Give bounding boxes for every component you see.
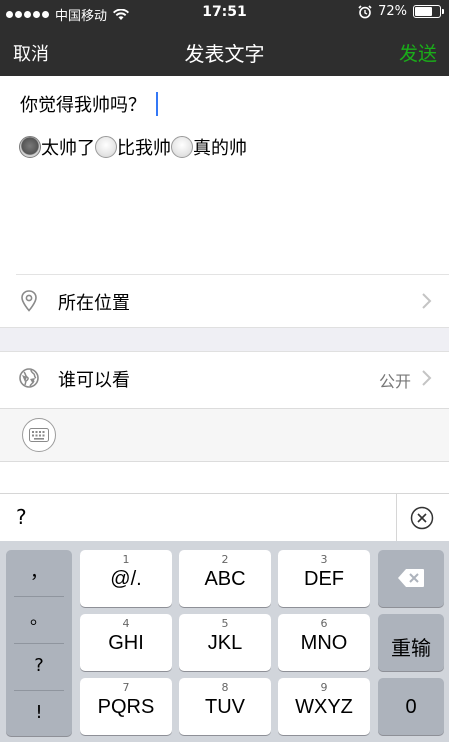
- key-label: 重输: [391, 638, 431, 660]
- key-6[interactable]: 6 MNO: [278, 614, 370, 671]
- key-label: WXYZ: [295, 696, 353, 718]
- backspace-key[interactable]: [378, 550, 444, 607]
- key-label: @/.: [110, 568, 142, 590]
- question-text: 你觉得我帅吗？: [20, 95, 146, 116]
- page-title: 发表文字: [184, 42, 265, 66]
- location-label: 所在位置: [58, 293, 130, 314]
- key-label: ABC: [204, 568, 246, 590]
- key-label: GHI: [108, 632, 144, 654]
- clear-circle-icon[interactable]: [410, 506, 434, 530]
- nav-bar: 取消 发表文字 发送: [0, 26, 449, 76]
- chevron-right-icon: [422, 370, 432, 386]
- key-label: MNO: [300, 632, 348, 654]
- compose-text-area[interactable]: 你觉得我帅吗？ 太帅了 比我帅 真的帅: [0, 76, 449, 274]
- key-number: 9: [320, 681, 328, 694]
- location-row[interactable]: 所在位置: [0, 275, 449, 327]
- candidate-bar: ?: [0, 493, 449, 542]
- compose-question: 你觉得我帅吗？: [20, 91, 158, 117]
- send-button[interactable]: 发送: [399, 39, 437, 66]
- punct-question-key[interactable]: ?: [6, 643, 72, 689]
- radio-unchecked-icon[interactable]: [171, 136, 193, 158]
- key-number: 5: [221, 617, 229, 630]
- key-9[interactable]: 9 WXYZ: [278, 678, 370, 735]
- punct-period-key[interactable]: 。: [6, 596, 72, 642]
- key-number: 1: [122, 553, 130, 566]
- punct-exclaim-key[interactable]: !: [6, 690, 72, 736]
- status-bar: 中国移动 17:51 72%: [0, 0, 449, 26]
- poll-option-1[interactable]: 太帅了: [19, 134, 95, 160]
- reenter-key[interactable]: 重输: [378, 614, 444, 671]
- poll-options: 太帅了 比我帅 真的帅: [19, 134, 247, 160]
- key-3[interactable]: 3 DEF: [278, 550, 370, 607]
- key-number: 8: [221, 681, 229, 694]
- chevron-right-icon: [422, 293, 432, 309]
- key-label: TUV: [205, 696, 245, 718]
- battery-level-fill: [415, 7, 433, 16]
- backspace-icon: [398, 569, 424, 587]
- radio-checked-icon[interactable]: [19, 136, 41, 158]
- key-number: 6: [320, 617, 328, 630]
- visibility-label: 谁可以看: [58, 370, 130, 391]
- punctuation-column[interactable]: ， 。 ? !: [6, 550, 72, 736]
- key-number: 7: [122, 681, 130, 694]
- poll-option-label: 比我帅: [117, 138, 171, 159]
- poll-option-3[interactable]: 真的帅: [171, 134, 247, 160]
- location-pin-icon: [21, 290, 37, 312]
- key-number: 4: [122, 617, 130, 630]
- text-cursor: [156, 92, 158, 116]
- battery-percent: 72%: [378, 4, 407, 19]
- input-toolbar: [0, 408, 449, 462]
- status-right: 72%: [358, 4, 444, 19]
- key-label: JKL: [207, 632, 243, 654]
- key-1[interactable]: 1 @/.: [80, 550, 172, 607]
- visibility-row[interactable]: 谁可以看 公开: [0, 352, 449, 404]
- poll-option-2[interactable]: 比我帅: [95, 134, 171, 160]
- candidate-text[interactable]: ?: [16, 505, 27, 529]
- key-8[interactable]: 8 TUV: [179, 678, 271, 735]
- punct-comma-key[interactable]: ，: [6, 550, 72, 596]
- globe-icon: [19, 368, 39, 388]
- key-2[interactable]: 2 ABC: [179, 550, 271, 607]
- key-label: DEF: [304, 568, 344, 590]
- section-gap: [0, 327, 449, 352]
- key-number: 3: [320, 553, 328, 566]
- key-7[interactable]: 7 PQRS: [80, 678, 172, 735]
- radio-unchecked-icon[interactable]: [95, 136, 117, 158]
- alarm-clock-icon: [358, 4, 372, 18]
- key-5[interactable]: 5 JKL: [179, 614, 271, 671]
- divider: [396, 494, 397, 542]
- key-0[interactable]: 0: [378, 678, 444, 735]
- key-label: 0: [405, 696, 417, 718]
- battery-icon: [413, 5, 444, 18]
- key-number: 2: [221, 553, 229, 566]
- toolbar-spacer: [0, 462, 449, 493]
- key-4[interactable]: 4 GHI: [80, 614, 172, 671]
- keyboard-toggle-button[interactable]: [22, 418, 56, 452]
- poll-option-label: 真的帅: [193, 138, 247, 159]
- key-label: PQRS: [97, 696, 155, 718]
- keyboard: ， 。 ? ! 1 @/. 2 ABC 3 DEF 4 GHI 5 JKL 6 …: [0, 541, 449, 742]
- visibility-value: 公开: [378, 372, 411, 391]
- poll-option-label: 太帅了: [41, 138, 95, 159]
- keyboard-icon: [29, 428, 49, 442]
